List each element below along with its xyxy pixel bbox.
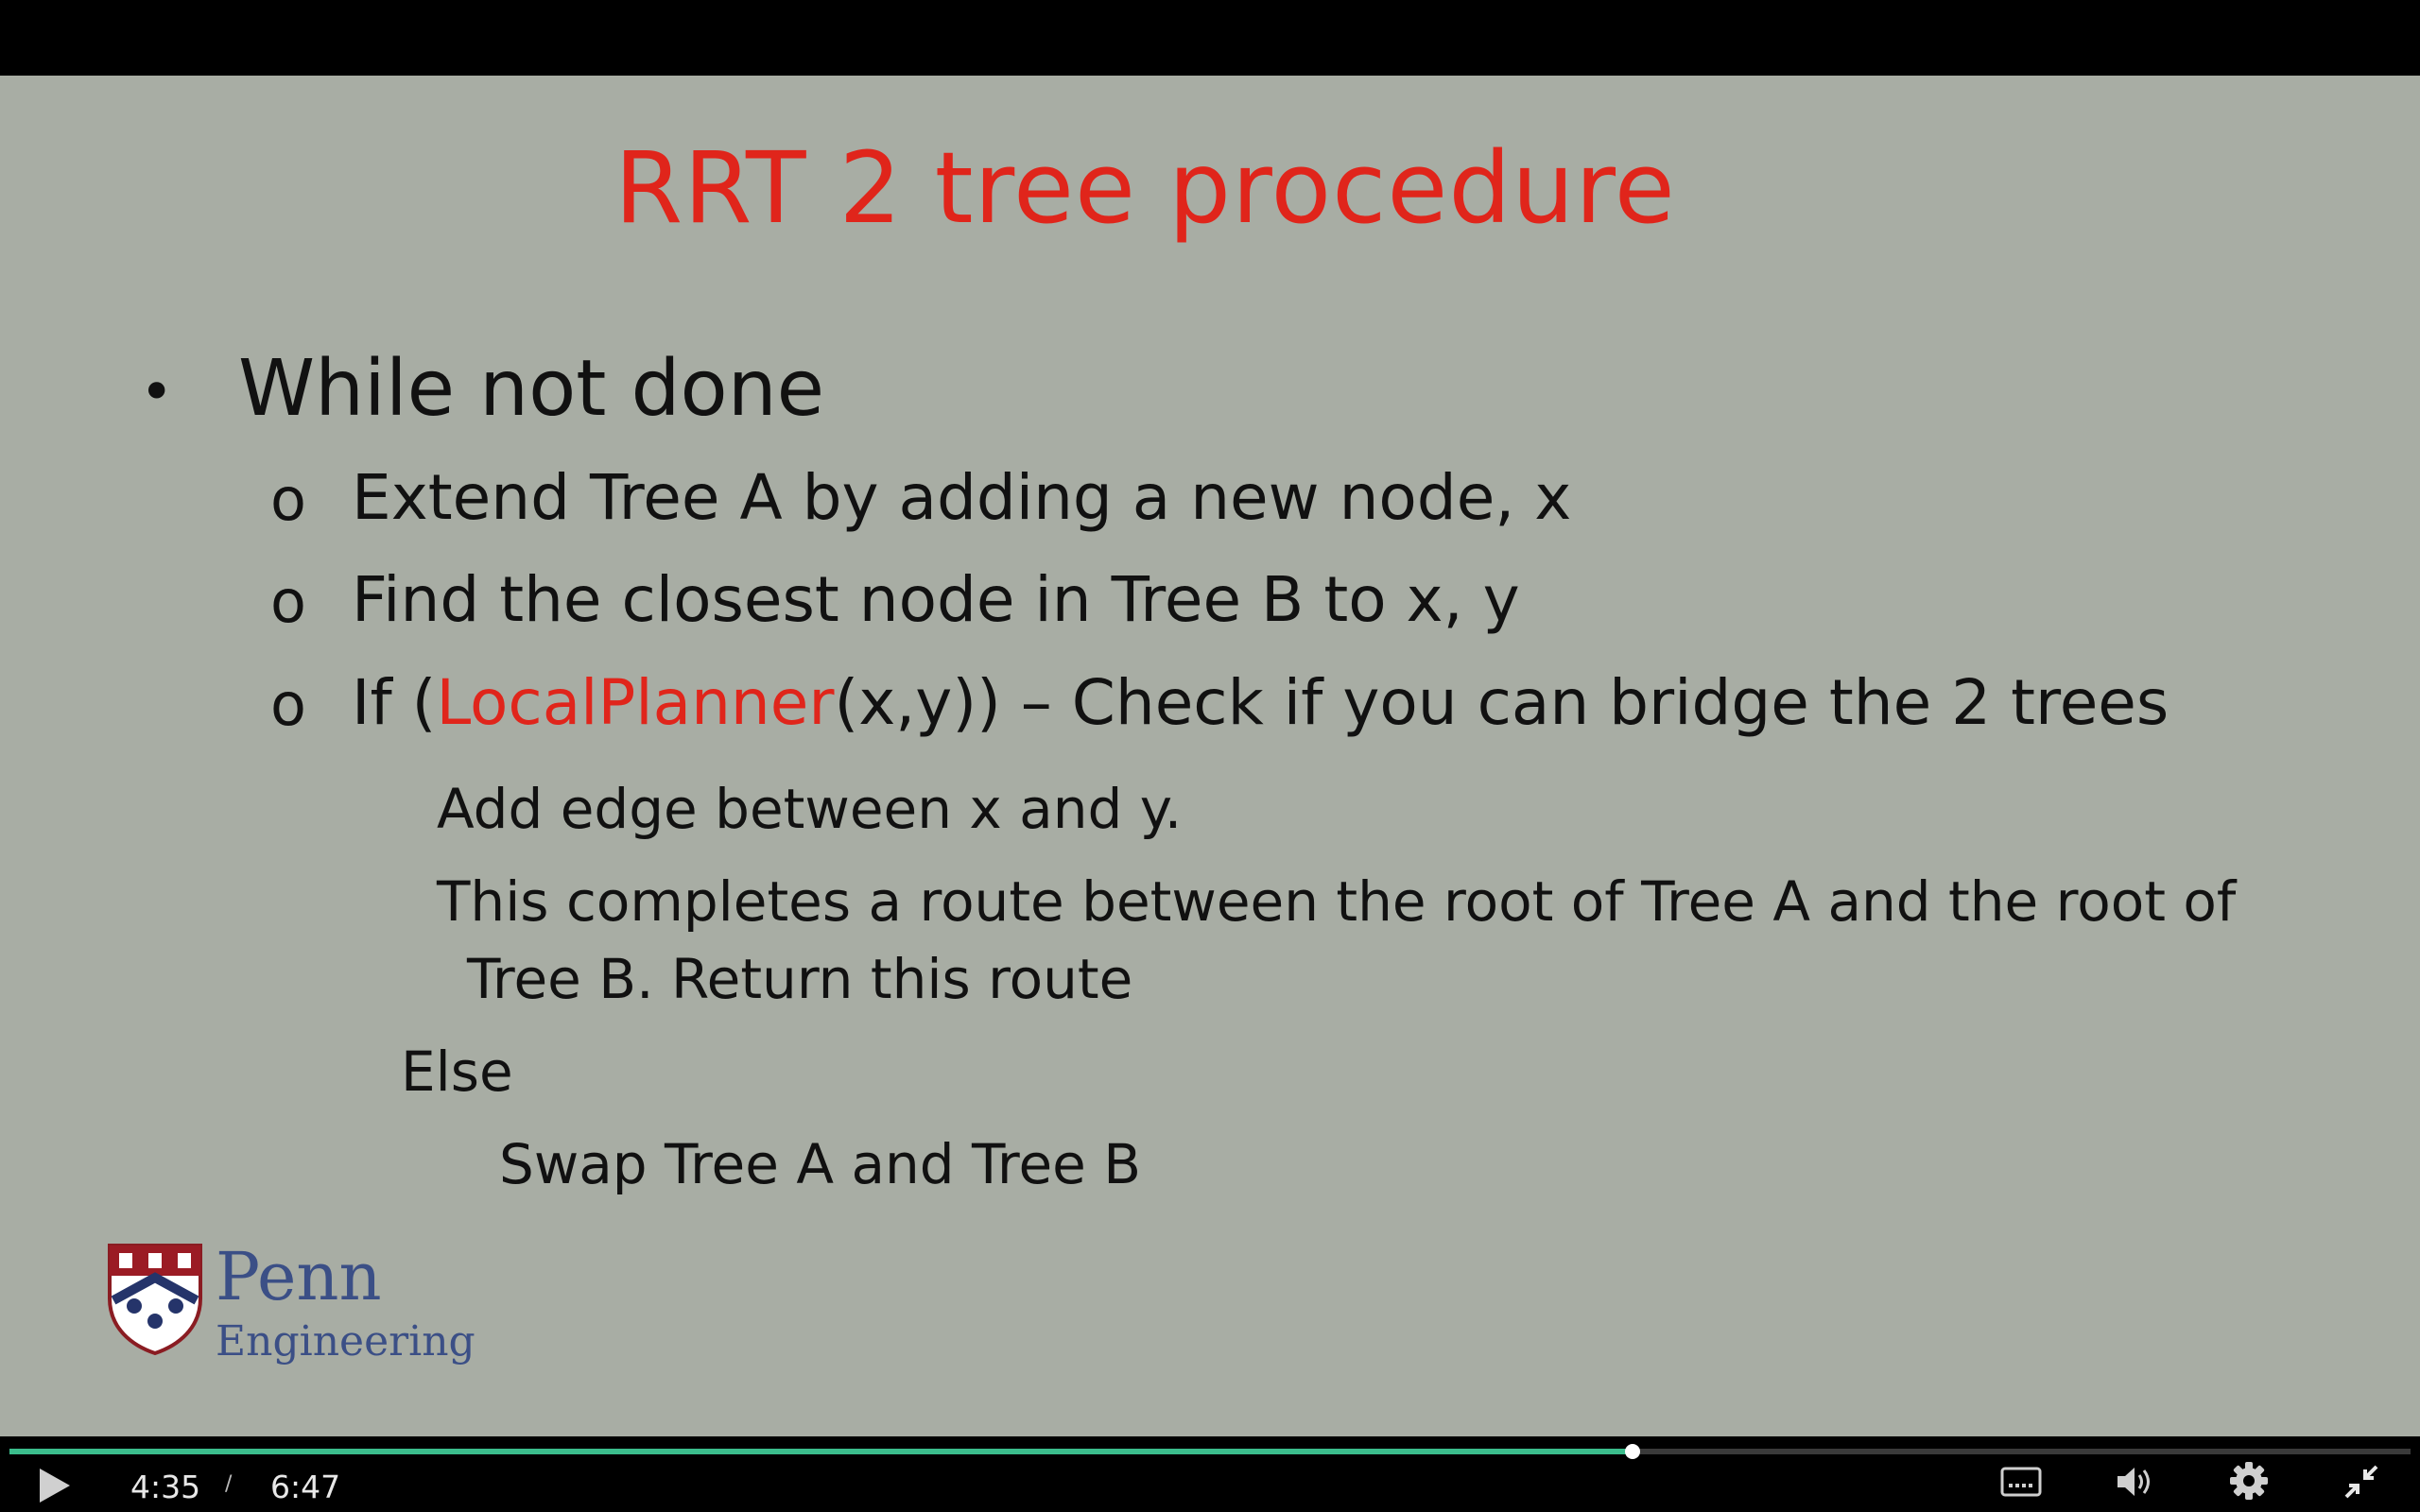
exit-fullscreen-button[interactable] bbox=[2342, 1463, 2380, 1504]
captions-icon bbox=[2000, 1467, 2042, 1497]
progress-scrubber[interactable] bbox=[1625, 1444, 1641, 1459]
local-planner-text: LocalPlanner bbox=[436, 666, 835, 739]
penn-shield-icon bbox=[108, 1244, 202, 1355]
video-player-controls: 4:35 / 6:47 bbox=[0, 1436, 2420, 1512]
sub-bullet-marker: o bbox=[270, 670, 306, 739]
current-time: 4:35 bbox=[130, 1469, 201, 1505]
play-icon bbox=[40, 1469, 70, 1503]
sub-bullet-marker: o bbox=[270, 567, 306, 636]
sub-item-extend: Extend Tree A by adding a new node, x bbox=[352, 461, 1572, 534]
if-prefix: If ( bbox=[352, 666, 437, 739]
progress-fill bbox=[9, 1449, 1634, 1454]
logo-penn-text: Penn bbox=[216, 1238, 382, 1315]
main-bullet-text: While not done bbox=[238, 344, 825, 434]
exit-fullscreen-icon bbox=[2344, 1465, 2378, 1499]
volume-button[interactable] bbox=[2114, 1463, 2155, 1504]
settings-icon bbox=[2230, 1462, 2268, 1500]
top-letterbox bbox=[0, 0, 2420, 76]
sub-bullet-marker: o bbox=[270, 465, 306, 534]
progress-bar[interactable] bbox=[9, 1444, 2411, 1459]
then-completes-line-2: Tree B. Return this route bbox=[467, 947, 1133, 1011]
then-add-edge: Add edge between x and y. bbox=[437, 777, 1183, 841]
else-swap: Swap Tree A and Tree B bbox=[499, 1132, 1142, 1196]
play-button[interactable] bbox=[34, 1465, 76, 1506]
if-suffix: (x,y)) – Check if you can bridge the 2 t… bbox=[834, 666, 2169, 739]
captions-button[interactable] bbox=[2000, 1465, 2042, 1503]
logo-engineering-text: Engineering bbox=[216, 1317, 475, 1366]
sub-item-find: Find the closest node in Tree B to x, y bbox=[352, 563, 1520, 636]
penn-engineering-logo: Penn Engineering bbox=[106, 1238, 475, 1374]
settings-button[interactable] bbox=[2229, 1461, 2269, 1504]
else-label: Else bbox=[401, 1040, 513, 1104]
sub-item-if: If (LocalPlanner(x,y)) – Check if you ca… bbox=[352, 666, 2169, 739]
bullet-dot: • bbox=[140, 359, 174, 425]
slide: RRT 2 tree procedure • While not done o … bbox=[0, 76, 2420, 1436]
volume-icon bbox=[2118, 1468, 2150, 1496]
total-time: 6:47 bbox=[270, 1469, 341, 1505]
time-separator: / bbox=[225, 1472, 233, 1496]
slide-title: RRT 2 tree procedure bbox=[614, 130, 1676, 246]
then-completes-line-1: This completes a route between the root … bbox=[437, 869, 2237, 934]
